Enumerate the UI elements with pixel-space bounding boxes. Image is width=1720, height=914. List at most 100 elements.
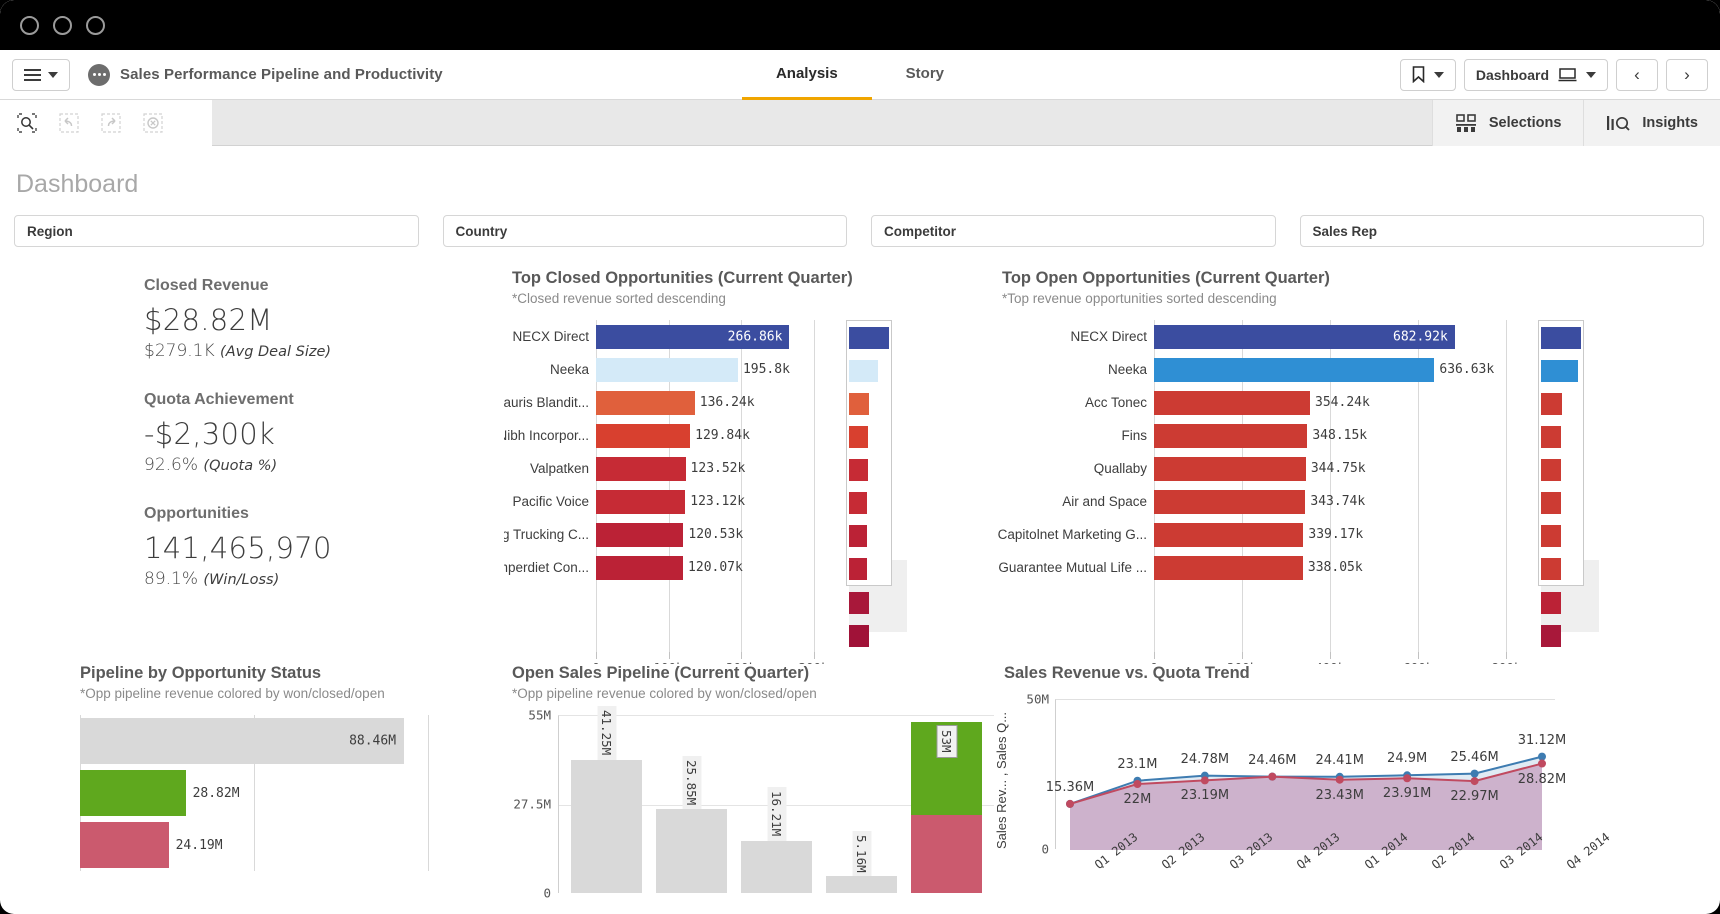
category-label[interactable]: NECX Direct [504,320,596,353]
column-segment[interactable] [571,760,642,894]
category-label[interactable]: Valpatken [504,452,596,485]
bar[interactable] [1154,457,1306,481]
category-label[interactable]: NECX Direct [994,320,1154,353]
category-label[interactable]: Mauris Blandit... [504,386,596,419]
data-point[interactable] [1403,774,1411,782]
category-label[interactable]: Big Trucking C... [504,518,596,551]
chart-top-closed-opportunities[interactable]: Top Closed Opportunities (Current Quarte… [504,269,994,664]
redo-icon[interactable] [94,108,128,138]
selection-search-icon[interactable] [10,108,44,138]
bar-row[interactable]: 266.86k [596,320,828,353]
bar-row[interactable]: 338.05k [1154,551,1524,584]
bookmarks-button[interactable] [1400,59,1456,91]
bar-row[interactable]: 343.74k [1154,485,1524,518]
tab-story[interactable]: Story [872,50,978,100]
chart-top-open-opportunities[interactable]: Top Open Opportunities (Current Quarter)… [994,269,1706,664]
bar-row[interactable]: 123.12k [596,485,828,518]
chart-plot-area[interactable]: 88.46M28.82M24.19M [14,715,504,871]
minimap-viewport[interactable] [846,320,892,586]
bar[interactable] [1154,490,1305,514]
bar-row[interactable]: 354.24k [1154,386,1524,419]
bar-row[interactable]: 120.53k [596,518,828,551]
window-maximize-button[interactable] [86,16,105,35]
category-label[interactable]: Imperdiet Con... [504,551,596,584]
category-label[interactable]: Pacific Voice [504,485,596,518]
chart-sales-revenue-vs-quota-trend[interactable]: Sales Revenue vs. Quota Trend Sales Rev.… [994,664,1706,914]
chart-scroll-minimap[interactable] [846,320,892,652]
bar[interactable] [596,556,683,580]
category-label[interactable]: Guarantee Mutual Life ... [994,551,1154,584]
bar-row[interactable]: 636.63k [1154,353,1524,386]
bar[interactable] [1154,424,1307,448]
column-segment[interactable] [826,876,897,893]
data-point[interactable] [1201,776,1209,784]
chart-plot-area[interactable]: NECX DirectNeekaAcc TonecFinsQuallabyAir… [994,320,1706,664]
bar[interactable] [596,490,685,514]
data-point[interactable] [1268,773,1276,781]
bar[interactable] [596,523,683,547]
bar-row[interactable]: 123.52k [596,452,828,485]
column-segment[interactable] [656,809,727,893]
window-minimize-button[interactable] [53,16,72,35]
bar[interactable] [80,822,169,868]
bar[interactable] [80,770,186,816]
bar[interactable] [1154,523,1303,547]
bar[interactable]: 682.92k [1154,325,1455,349]
sheet-selector-button[interactable]: Dashboard [1464,59,1608,91]
data-point[interactable] [1471,777,1479,785]
bar-row[interactable]: 88.46M [80,715,428,767]
undo-icon[interactable] [52,108,86,138]
column[interactable]: 25.85M [656,809,727,893]
category-label[interactable]: Fins [994,419,1154,452]
data-point[interactable] [1538,753,1546,761]
bar-row[interactable]: 120.07k [596,551,828,584]
main-menu-button[interactable] [12,59,70,91]
category-label[interactable]: Capitolnet Marketing G... [994,518,1154,551]
column[interactable]: 41.25M [571,760,642,894]
bar-row[interactable]: 129.84k [596,419,828,452]
filter-country[interactable]: Country [443,215,848,247]
tab-analysis[interactable]: Analysis [742,50,872,100]
column-segment[interactable] [741,841,812,893]
data-point[interactable] [1133,780,1141,788]
bar[interactable] [1154,556,1303,580]
bar-row[interactable]: 344.75k [1154,452,1524,485]
category-label[interactable]: Acc Tonec [994,386,1154,419]
bar[interactable] [596,424,690,448]
column-segment-lost[interactable] [911,815,982,893]
category-label[interactable]: Air and Space [994,485,1154,518]
bar[interactable] [596,457,686,481]
column[interactable]: 5.16M [826,876,897,893]
next-sheet-button[interactable]: › [1666,59,1708,91]
chart-plot-area[interactable]: Sales Rev... , Sales Q...50M015.36M23.1M… [994,699,1706,914]
window-close-button[interactable] [20,16,39,35]
bar[interactable] [1154,358,1434,382]
clear-selections-icon[interactable] [136,108,170,138]
bar-row[interactable]: 682.92k [1154,320,1524,353]
filter-sales-rep[interactable]: Sales Rep [1300,215,1705,247]
bar-row[interactable]: 136.24k [596,386,828,419]
chart-pipeline-by-opportunity-status[interactable]: Pipeline by Opportunity Status *Opp pipe… [14,664,504,914]
insights-button[interactable]: Insights [1583,100,1720,146]
selections-button[interactable]: Selections [1432,100,1584,146]
bar[interactable] [596,391,695,415]
bar-row[interactable]: 195.8k [596,353,828,386]
category-label[interactable]: Nibh Incorpor... [504,419,596,452]
bar[interactable]: 88.46M [80,718,404,764]
bar[interactable]: 266.86k [596,325,789,349]
minimap-viewport[interactable] [1538,320,1584,586]
category-label[interactable]: Neeka [504,353,596,386]
category-label[interactable]: Neeka [994,353,1154,386]
bar[interactable] [1154,391,1310,415]
data-point[interactable] [1538,760,1546,768]
chart-scroll-minimap[interactable] [1538,320,1584,652]
filter-region[interactable]: Region [14,215,419,247]
bar-row[interactable]: 339.17k [1154,518,1524,551]
column[interactable]: 53M [911,721,982,893]
chart-open-sales-pipeline[interactable]: Open Sales Pipeline (Current Quarter) *O… [504,664,994,914]
filter-competitor[interactable]: Competitor [871,215,1276,247]
data-point[interactable] [1066,800,1074,808]
chart-plot-area[interactable]: 55M27.5M041.25M25.85M16.21M5.16M53M [504,715,994,893]
data-point[interactable] [1471,770,1479,778]
category-label[interactable]: Quallaby [994,452,1154,485]
